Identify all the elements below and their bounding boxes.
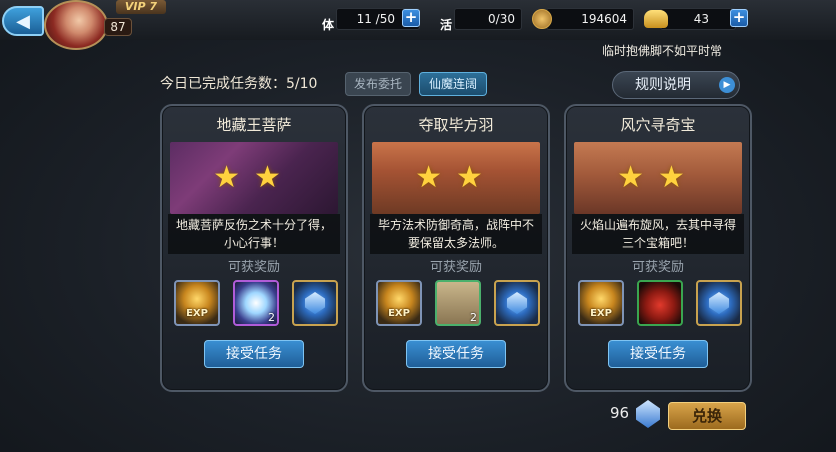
task-description: 毕方法术防御奇高，战阵中不要保留太多法师。	[370, 214, 542, 254]
accept-task-button[interactable]: 接受任务	[204, 340, 304, 368]
flame-energy-icon: 活	[439, 18, 452, 32]
difficulty-stars: ★★	[617, 160, 699, 195]
task-card: 风穴寻奇宝 ★★ 火焰山遍布旋风，去其中寻得三个宝箱吧！ 可获奖励 EXP 接受…	[564, 104, 752, 392]
add-ingots-button[interactable]: +	[730, 9, 748, 27]
gem-currency-icon	[636, 400, 660, 428]
ingot-counter: 43	[660, 8, 736, 30]
difficulty-stars: ★★	[213, 160, 295, 195]
reward-list: EXP	[578, 280, 742, 326]
coin-icon	[532, 9, 552, 29]
gem-reward-icon[interactable]	[494, 280, 540, 326]
treasure-bag-reward-icon[interactable]	[637, 280, 683, 326]
exchange-button[interactable]: 兑换	[668, 402, 746, 430]
reward-label: 可获奖励	[227, 260, 280, 275]
task-description: 地藏菩萨反伤之术十分了得，小心行事！	[168, 214, 340, 254]
task-card: 地藏王菩萨 ★★ 地藏菩萨反伤之术十分了得，小心行事！ 可获奖励 EXP 2 接…	[160, 104, 348, 392]
reward-list: EXP 2	[376, 280, 540, 326]
task-card: 夺取毕方羽 ★★ 毕方法术防御奇高，战阵中不要保留太多法师。 可获奖励 EXP …	[362, 104, 550, 392]
gem-reward-icon[interactable]	[696, 280, 742, 326]
accept-task-button[interactable]: 接受任务	[406, 340, 506, 368]
gem-reward-icon[interactable]	[292, 280, 338, 326]
play-arrow-icon: ▶	[719, 77, 735, 93]
player-level: 87	[104, 18, 132, 36]
lightning-icon: 体	[321, 18, 334, 32]
top-bar: ◀ VIP 7 87 11 /50 体 + 0/30 活 194604 43 +	[0, 0, 836, 50]
tab-immortal-demon[interactable]: 仙魔连阔	[419, 72, 487, 96]
task-art: ★★	[372, 142, 540, 214]
coin-counter: 194604	[546, 8, 634, 30]
task-art: ★★	[170, 142, 338, 214]
energy-counter: 0/30	[454, 8, 522, 30]
task-title: 夺取毕方羽	[418, 116, 494, 134]
player-avatar[interactable]	[44, 0, 108, 50]
add-stamina-button[interactable]: +	[402, 9, 420, 27]
task-title: 风穴寻奇宝	[620, 116, 696, 134]
back-button[interactable]: ◀	[2, 6, 44, 36]
tab-publish-commission[interactable]: 发布委托	[345, 72, 411, 96]
points-count: 96	[610, 404, 630, 422]
reward-label: 可获奖励	[631, 260, 684, 275]
rules-button[interactable]: 规则说明 ▶	[612, 71, 740, 99]
gold-ingot-icon	[644, 10, 668, 28]
daily-task-progress: 今日已完成任务数：5/10	[160, 76, 318, 92]
difficulty-stars: ★★	[415, 160, 497, 195]
task-description: 火焰山遍布旋风，去其中寻得三个宝箱吧！	[572, 214, 744, 254]
scrolling-tip: 临时抱佛脚不如平时常	[601, 44, 722, 58]
exp-reward-icon[interactable]: EXP	[376, 280, 422, 326]
exp-reward-icon[interactable]: EXP	[174, 280, 220, 326]
reward-label: 可获奖励	[429, 260, 482, 275]
arrow-left-icon: ◀	[16, 10, 30, 32]
scroll-reward-icon[interactable]: 2	[435, 280, 481, 326]
task-title: 地藏王菩萨	[216, 116, 292, 134]
reward-list: EXP 2	[174, 280, 338, 326]
spirit-orb-reward-icon[interactable]: 2	[233, 280, 279, 326]
accept-task-button[interactable]: 接受任务	[608, 340, 708, 368]
vip-badge[interactable]: VIP 7	[116, 0, 166, 14]
exp-reward-icon[interactable]: EXP	[578, 280, 624, 326]
task-art: ★★	[574, 142, 742, 214]
